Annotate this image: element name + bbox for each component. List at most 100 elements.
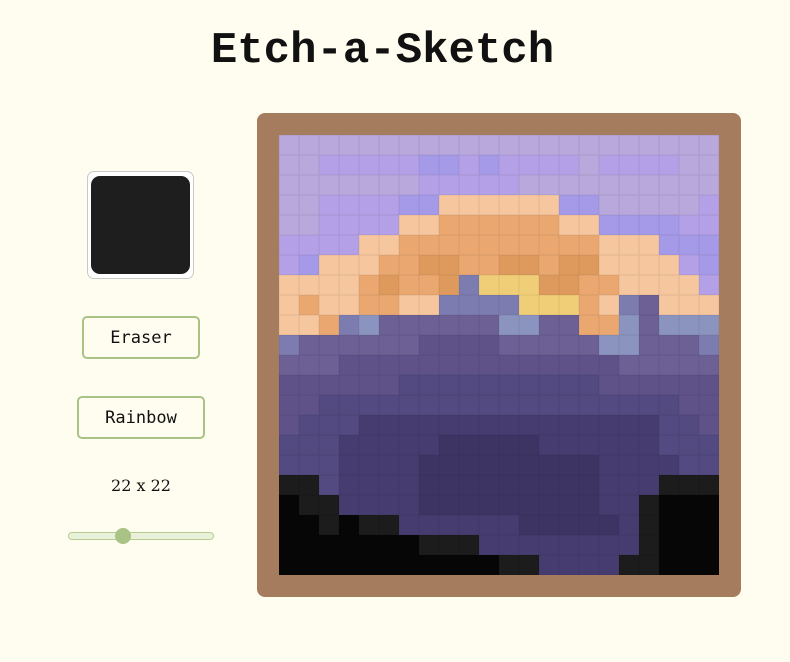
grid-cell[interactable] (579, 475, 599, 495)
grid-cell[interactable] (679, 555, 699, 575)
grid-cell[interactable] (299, 455, 319, 475)
grid-cell[interactable] (419, 495, 439, 515)
grid-cell[interactable] (359, 315, 379, 335)
grid-cell[interactable] (399, 195, 419, 215)
grid-cell[interactable] (639, 375, 659, 395)
grid-cell[interactable] (579, 375, 599, 395)
grid-cell[interactable] (559, 475, 579, 495)
grid-cell[interactable] (339, 155, 359, 175)
grid-cell[interactable] (439, 235, 459, 255)
grid-cell[interactable] (619, 495, 639, 515)
grid-cell[interactable] (699, 435, 719, 455)
grid-cell[interactable] (439, 435, 459, 455)
grid-cell[interactable] (699, 535, 719, 555)
grid-cell[interactable] (279, 155, 299, 175)
grid-cell[interactable] (639, 315, 659, 335)
grid-cell[interactable] (519, 495, 539, 515)
grid-cell[interactable] (419, 155, 439, 175)
grid-cell[interactable] (339, 355, 359, 375)
grid-cell[interactable] (699, 235, 719, 255)
grid-cell[interactable] (579, 195, 599, 215)
grid-cell[interactable] (439, 555, 459, 575)
grid-cell[interactable] (659, 355, 679, 375)
grid-cell[interactable] (559, 375, 579, 395)
eraser-button[interactable]: Eraser (82, 316, 200, 359)
grid-cell[interactable] (559, 495, 579, 515)
grid-cell[interactable] (299, 555, 319, 575)
grid-cell[interactable] (699, 555, 719, 575)
grid-cell[interactable] (659, 455, 679, 475)
grid-cell[interactable] (419, 515, 439, 535)
grid-cell[interactable] (519, 295, 539, 315)
grid-cell[interactable] (699, 215, 719, 235)
grid-cell[interactable] (539, 335, 559, 355)
grid-cell[interactable] (479, 255, 499, 275)
grid-cell[interactable] (599, 215, 619, 235)
grid-cell[interactable] (479, 475, 499, 495)
grid-cell[interactable] (659, 495, 679, 515)
grid-cell[interactable] (439, 215, 459, 235)
grid-cell[interactable] (599, 155, 619, 175)
grid-cell[interactable] (419, 195, 439, 215)
slider-thumb[interactable] (114, 528, 131, 544)
grid-cell[interactable] (519, 195, 539, 215)
grid-cell[interactable] (639, 475, 659, 495)
grid-cell[interactable] (639, 415, 659, 435)
grid-cell[interactable] (479, 195, 499, 215)
grid-cell[interactable] (539, 535, 559, 555)
grid-cell[interactable] (679, 535, 699, 555)
grid-cell[interactable] (459, 295, 479, 315)
grid-cell[interactable] (599, 395, 619, 415)
grid-cell[interactable] (379, 435, 399, 455)
grid-cell[interactable] (439, 375, 459, 395)
grid-cell[interactable] (359, 555, 379, 575)
grid-cell[interactable] (399, 235, 419, 255)
grid-cell[interactable] (539, 295, 559, 315)
grid-cell[interactable] (319, 355, 339, 375)
grid-cell[interactable] (279, 295, 299, 315)
grid-cell[interactable] (419, 535, 439, 555)
grid-cell[interactable] (699, 455, 719, 475)
grid-cell[interactable] (319, 455, 339, 475)
slider-track[interactable] (68, 532, 214, 540)
grid-cell[interactable] (679, 375, 699, 395)
grid-cell[interactable] (619, 275, 639, 295)
grid-cell[interactable] (659, 275, 679, 295)
grid-cell[interactable] (279, 435, 299, 455)
grid-cell[interactable] (659, 155, 679, 175)
color-picker[interactable] (87, 171, 194, 279)
grid-cell[interactable] (679, 275, 699, 295)
grid-cell[interactable] (419, 355, 439, 375)
grid-cell[interactable] (639, 355, 659, 375)
grid-cell[interactable] (319, 495, 339, 515)
grid-cell[interactable] (479, 215, 499, 235)
grid-cell[interactable] (519, 535, 539, 555)
grid-cell[interactable] (699, 195, 719, 215)
grid-cell[interactable] (679, 195, 699, 215)
grid-cell[interactable] (459, 155, 479, 175)
grid-cell[interactable] (659, 395, 679, 415)
grid-cell[interactable] (339, 395, 359, 415)
grid-cell[interactable] (559, 355, 579, 375)
grid-cell[interactable] (559, 155, 579, 175)
grid-cell[interactable] (439, 195, 459, 215)
grid-cell[interactable] (559, 215, 579, 235)
grid-cell[interactable] (459, 215, 479, 235)
grid-cell[interactable] (359, 455, 379, 475)
grid-cell[interactable] (339, 455, 359, 475)
grid-cell[interactable] (379, 495, 399, 515)
grid-cell[interactable] (619, 535, 639, 555)
grid-cell[interactable] (599, 475, 619, 495)
grid-cell[interactable] (359, 515, 379, 535)
grid-cell[interactable] (319, 135, 339, 155)
grid-cell[interactable] (659, 555, 679, 575)
grid-cell[interactable] (399, 335, 419, 355)
grid-cell[interactable] (459, 235, 479, 255)
grid-cell[interactable] (439, 155, 459, 175)
grid-cell[interactable] (399, 175, 419, 195)
grid-cell[interactable] (479, 315, 499, 335)
grid-cell[interactable] (279, 195, 299, 215)
grid-cell[interactable] (419, 475, 439, 495)
grid-cell[interactable] (619, 215, 639, 235)
grid-cell[interactable] (599, 415, 619, 435)
